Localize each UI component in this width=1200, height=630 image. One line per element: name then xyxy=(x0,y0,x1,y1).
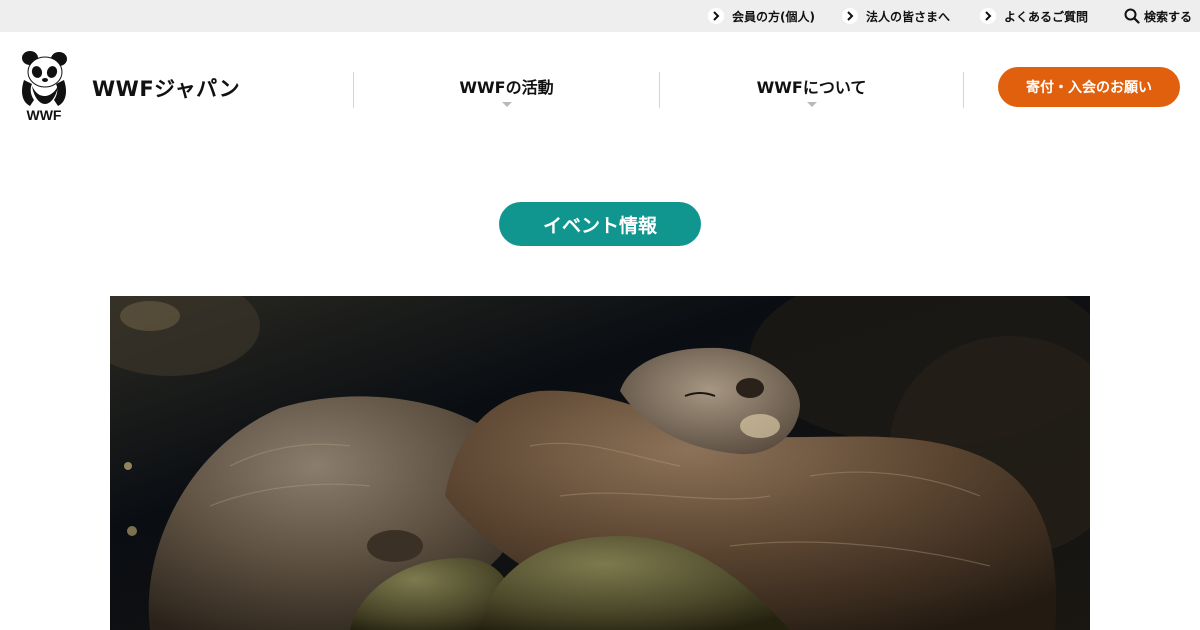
search-icon xyxy=(1124,8,1140,24)
nav-divider xyxy=(963,72,964,108)
corporate-link[interactable]: 法人の皆さまへ xyxy=(842,0,950,32)
caret-down-icon xyxy=(806,101,817,107)
logo-text: WWF xyxy=(27,107,62,123)
search-button[interactable]: 検索する xyxy=(1124,0,1192,32)
member-link-label: 会員の方(個人) xyxy=(732,9,815,24)
wwf-panda-logo[interactable]: WWF xyxy=(18,50,70,124)
caret-down-icon xyxy=(501,101,512,107)
faq-link[interactable]: よくあるご質問 xyxy=(980,0,1088,32)
faq-link-label: よくあるご質問 xyxy=(1004,9,1089,24)
chevron-right-icon xyxy=(842,8,858,24)
nav-about[interactable]: WWFについて xyxy=(660,72,963,108)
nav-activities[interactable]: WWFの活動 xyxy=(354,72,659,108)
site-header: WWF WWFジャパン WWFの活動 WWFについて 寄付・入会のお願い xyxy=(0,32,1200,142)
chevron-right-icon xyxy=(708,8,724,24)
hero-image xyxy=(110,296,1090,630)
site-name[interactable]: WWFジャパン xyxy=(92,73,240,103)
event-info-badge: イベント情報 xyxy=(499,202,701,246)
member-link[interactable]: 会員の方(個人) xyxy=(708,0,815,32)
nav-activities-label: WWFの活動 xyxy=(459,77,554,97)
utility-bar: 会員の方(個人) 法人の皆さまへ よくあるご質問 検索する xyxy=(0,0,1200,32)
corporate-link-label: 法人の皆さまへ xyxy=(866,9,951,24)
nav-about-label: WWFについて xyxy=(756,77,867,97)
donate-button[interactable]: 寄付・入会のお願い xyxy=(998,67,1180,107)
chevron-right-icon xyxy=(980,8,996,24)
search-label: 検索する xyxy=(1144,9,1193,24)
